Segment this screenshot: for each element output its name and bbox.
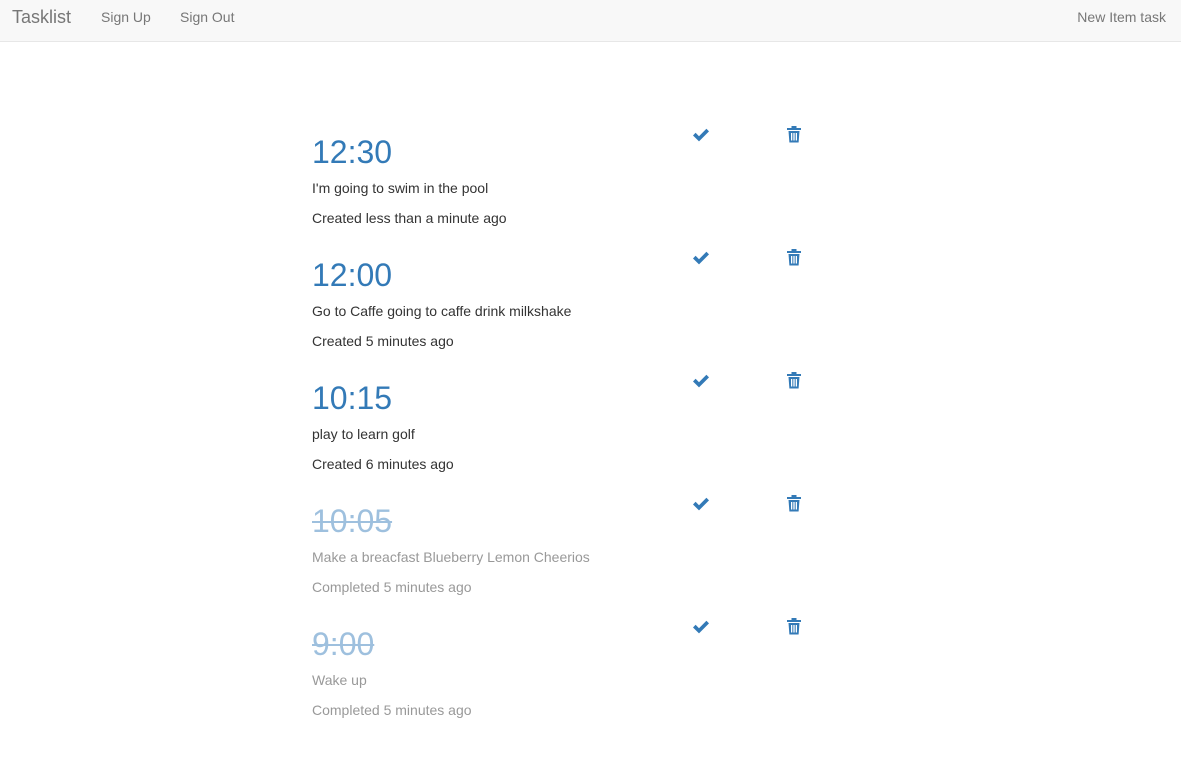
task-item-completed: 9:00 Wake up Completed 5 minutes ago bbox=[312, 615, 832, 738]
task-description: play to learn golf bbox=[312, 426, 415, 442]
task-item-completed: 10:05 Make a breacfast Blueberry Lemon C… bbox=[312, 492, 832, 615]
task-time: 9:00 bbox=[312, 626, 375, 662]
task-description: Go to Caffe going to caffe drink milksha… bbox=[312, 303, 572, 319]
task-time: 12:30 bbox=[312, 134, 393, 170]
task-status: Completed 5 minutes ago bbox=[312, 702, 472, 718]
trash-icon[interactable] bbox=[786, 249, 802, 266]
check-icon[interactable] bbox=[692, 250, 710, 266]
check-icon[interactable] bbox=[692, 127, 710, 143]
task-time: 10:15 bbox=[312, 380, 393, 416]
brand-link[interactable]: Tasklist bbox=[12, 7, 71, 27]
navbar: Tasklist Sign Up Sign Out New Item task bbox=[0, 0, 1181, 42]
task-description: Wake up bbox=[312, 672, 367, 688]
task-description: Make a breacfast Blueberry Lemon Cheerio… bbox=[312, 549, 590, 565]
task-status: Created less than a minute ago bbox=[312, 210, 507, 226]
trash-icon[interactable] bbox=[786, 618, 802, 635]
task-list: 12:30 I'm going to swim in the pool Crea… bbox=[312, 123, 832, 738]
sign-out-link[interactable]: Sign Out bbox=[180, 9, 234, 25]
sign-up-link[interactable]: Sign Up bbox=[101, 9, 151, 25]
task-item: 12:00 Go to Caffe going to caffe drink m… bbox=[312, 246, 832, 369]
task-time: 12:00 bbox=[312, 257, 393, 293]
check-icon[interactable] bbox=[692, 619, 710, 635]
new-item-task-link[interactable]: New Item task bbox=[1077, 9, 1166, 25]
task-time: 10:05 bbox=[312, 503, 393, 539]
check-icon[interactable] bbox=[692, 496, 710, 512]
trash-icon[interactable] bbox=[786, 126, 802, 143]
task-status: Created 5 minutes ago bbox=[312, 333, 454, 349]
task-status: Created 6 minutes ago bbox=[312, 456, 454, 472]
trash-icon[interactable] bbox=[786, 495, 802, 512]
task-item: 12:30 I'm going to swim in the pool Crea… bbox=[312, 123, 832, 246]
task-description: I'm going to swim in the pool bbox=[312, 180, 489, 196]
task-item: 10:15 play to learn golf Created 6 minut… bbox=[312, 369, 832, 492]
check-icon[interactable] bbox=[692, 373, 710, 389]
task-status: Completed 5 minutes ago bbox=[312, 579, 472, 595]
trash-icon[interactable] bbox=[786, 372, 802, 389]
